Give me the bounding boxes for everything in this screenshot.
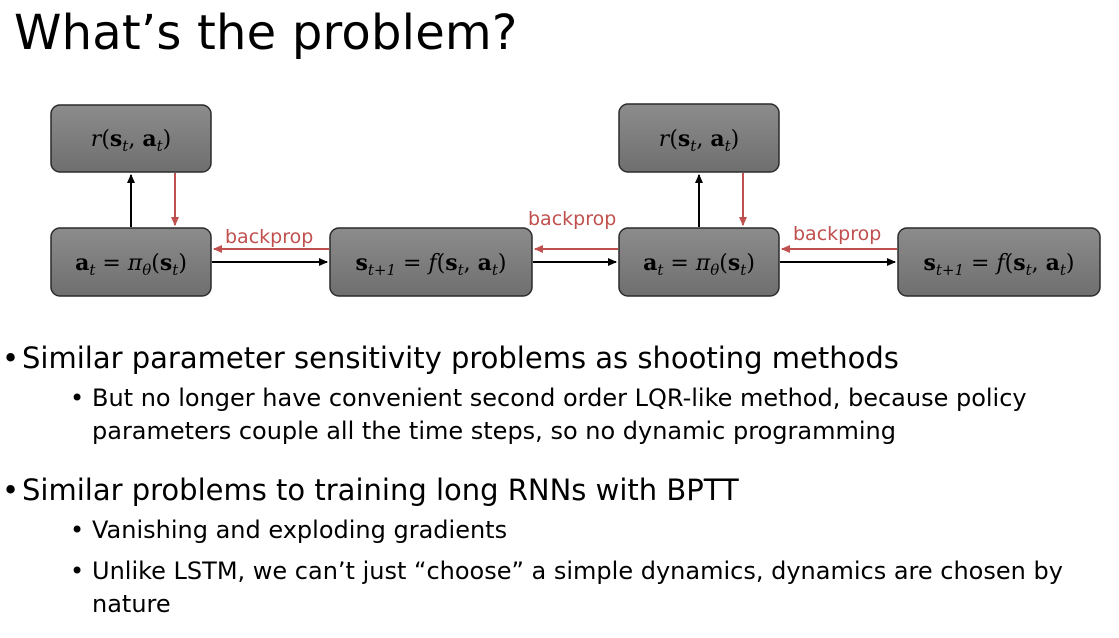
backprop-label-3: backprop <box>793 223 881 245</box>
sub-bullet-item: Vanishing and exploding gradients <box>22 514 1112 547</box>
sub-bullet-list: Vanishing and exploding gradients Unlike… <box>22 514 1119 621</box>
node-dynamics-2: st+1 = f(st, at) <box>897 227 1101 297</box>
node-reward-2: r(st, at) <box>618 103 780 173</box>
computation-graph-diagram: r(st, at) at = πθ(st) st+1 = f(st, at) r… <box>50 103 1101 297</box>
bullet-text: Similar problems to training long RNNs w… <box>22 473 739 507</box>
sub-bullet-list: But no longer have convenient second ord… <box>22 382 1119 448</box>
backprop-label-2: backprop <box>528 208 616 230</box>
node-dynamics-1: st+1 = f(st, at) <box>329 227 533 297</box>
node-reward-1: r(st, at) <box>50 104 212 173</box>
bullet-item: Similar problems to training long RNNs w… <box>0 472 1119 621</box>
node-policy-1: at = πθ(st) <box>50 227 212 297</box>
backprop-label-1: backprop <box>225 226 313 248</box>
node-policy-2: at = πθ(st) <box>618 227 780 297</box>
bullet-item: Similar parameter sensitivity problems a… <box>0 340 1119 448</box>
sub-bullet-item: But no longer have convenient second ord… <box>22 382 1112 448</box>
bullet-text: Similar parameter sensitivity problems a… <box>22 341 899 375</box>
bullet-list: Similar parameter sensitivity problems a… <box>0 340 1119 621</box>
sub-bullet-item: Unlike LSTM, we can’t just “choose” a si… <box>22 555 1112 621</box>
